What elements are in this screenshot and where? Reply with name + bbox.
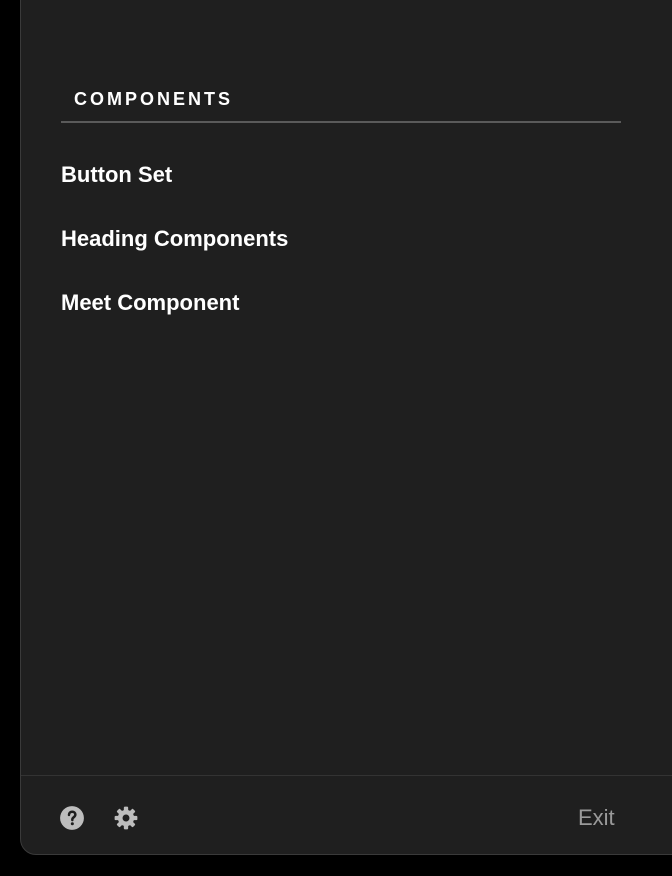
section-divider [61,121,621,123]
sidebar-panel: COMPONENTS Button Set Heading Components… [20,0,672,855]
settings-button[interactable] [113,805,139,831]
nav-item-heading-components[interactable]: Heading Components [61,221,288,257]
sidebar-footer: Exit [21,775,672,856]
help-button[interactable] [59,805,85,831]
question-circle-icon [60,806,84,830]
gear-icon [114,806,138,830]
nav-item-button-set[interactable]: Button Set [61,157,288,193]
section-title: COMPONENTS [74,89,234,109]
exit-button[interactable]: Exit [578,801,615,835]
component-list: Button Set Heading Components Meet Compo… [61,157,288,349]
nav-item-meet-component[interactable]: Meet Component [61,285,288,321]
